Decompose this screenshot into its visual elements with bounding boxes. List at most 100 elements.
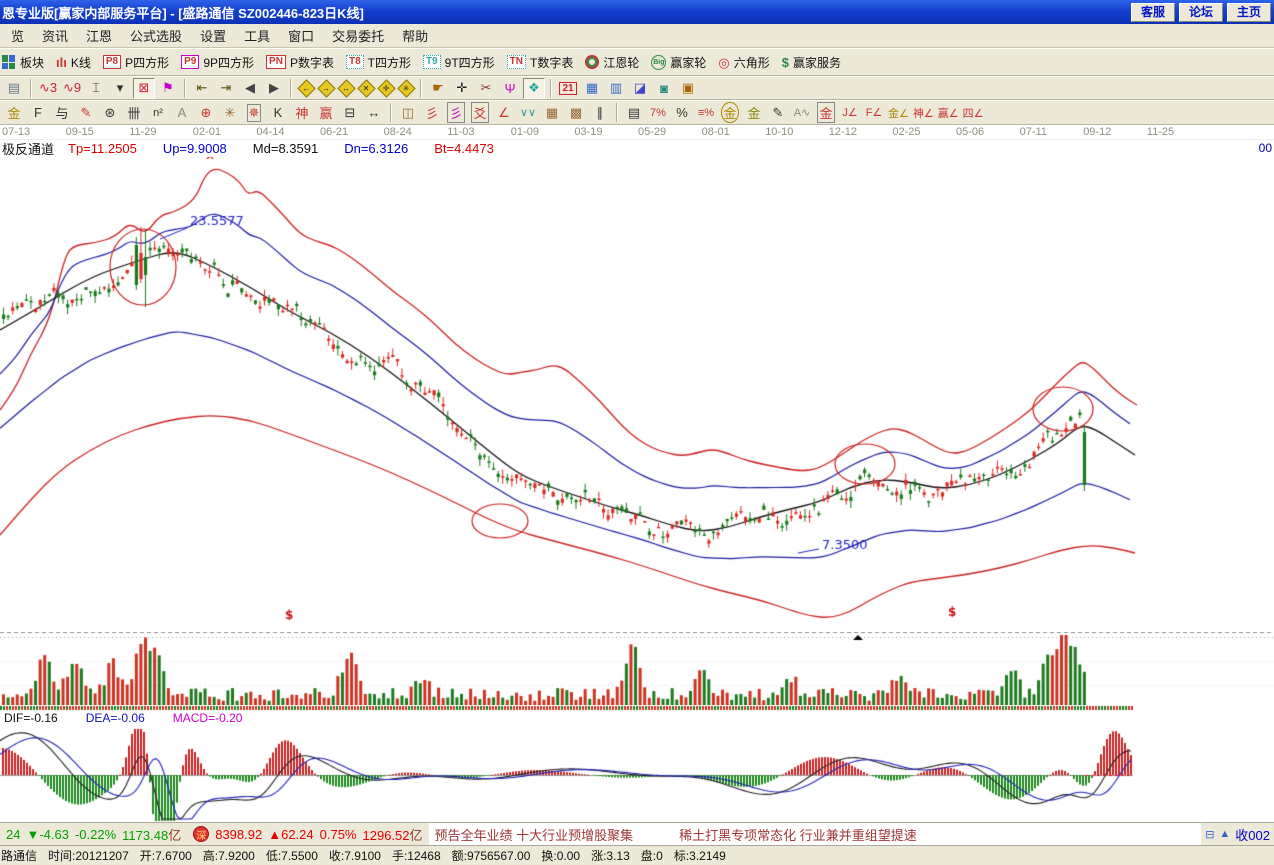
home-button[interactable]: 主页 <box>1227 3 1271 22</box>
gann-wheel-button[interactable]: 江恩轮 <box>585 54 639 71</box>
forum-button[interactable]: 论坛 <box>1179 3 1223 22</box>
pen-icon[interactable]: ✎ <box>75 102 97 123</box>
news-ticker[interactable]: 预告全年业绩 十大行业预增股聚集 稀土打黑专项常态化 行业兼并重组望提速 <box>429 823 1202 845</box>
boxed-fan2-icon[interactable]: 爻 <box>469 102 491 123</box>
news-headline[interactable]: 稀土打黑专项常态化 行业兼并重组望提速 <box>679 825 917 844</box>
measure-icon[interactable]: ✂ <box>475 78 497 99</box>
j-angle-icon[interactable]: J∠ <box>839 102 861 123</box>
winner-service-button[interactable]: $赢家服务 <box>782 54 841 71</box>
percent-icon[interactable]: % <box>671 102 693 123</box>
shanghai-index-segment[interactable]: 24 ▼-4.63 -0.22% 1173.48亿 <box>0 825 187 844</box>
window-split-icon[interactable]: ⊟ <box>1205 828 1214 841</box>
sector-button[interactable]: 板块 <box>2 54 44 71</box>
calendar-icon[interactable]: 21 <box>557 78 579 99</box>
wave-label-icon[interactable]: A∿ <box>791 102 813 123</box>
gold-red-icon[interactable]: 金 <box>815 102 837 123</box>
p-number-button[interactable]: PNP数字表 <box>266 54 334 71</box>
win-tool-icon[interactable]: 赢 <box>315 102 337 123</box>
spiral-icon[interactable]: 与 <box>51 102 73 123</box>
win-angle-icon[interactable]: 赢∠ <box>937 102 960 123</box>
calculator-icon[interactable]: ▦ <box>581 78 603 99</box>
menu-item-8[interactable]: 帮助 <box>393 24 437 47</box>
angle-line-icon[interactable]: ∠ <box>493 102 515 123</box>
p9-square-button[interactable]: P99P四方形 <box>181 54 254 71</box>
percent-lines-icon[interactable]: ≡% <box>695 102 717 123</box>
pan-left-icon[interactable]: ← <box>297 79 315 97</box>
zoom-all-icon[interactable]: ✳ <box>397 79 415 97</box>
crosshair-icon[interactable]: ✛ <box>451 78 473 99</box>
f-angle-icon[interactable]: F∠ <box>863 102 885 123</box>
service-button[interactable]: 客服 <box>1131 3 1175 22</box>
menu-item-5[interactable]: 工具 <box>235 24 279 47</box>
prev-bar-icon[interactable]: ◀ <box>239 78 261 99</box>
menu-item-6[interactable]: 窗口 <box>279 24 323 47</box>
menu-item-7[interactable]: 交易委托 <box>323 24 393 47</box>
menu-item-2[interactable]: 江恩 <box>77 24 121 47</box>
shen-tool-icon[interactable]: 神 <box>291 102 313 123</box>
k-mark-icon[interactable]: K <box>267 102 289 123</box>
last-bar-icon[interactable]: ⇥ <box>215 78 237 99</box>
shenzhen-index-segment[interactable]: 深 8398.92 ▲62.24 0.75% 1296.52亿 <box>187 825 428 844</box>
report-icon[interactable]: ▤ <box>3 78 25 99</box>
ruler123-icon[interactable]: ⊟ <box>339 102 361 123</box>
flag-icon[interactable]: ⚑ <box>157 78 179 99</box>
shen-angle-icon[interactable]: 神∠ <box>912 102 935 123</box>
t-number-button[interactable]: TNT数字表 <box>507 54 574 71</box>
pen2-icon[interactable]: ✎ <box>767 102 789 123</box>
winner-wheel-button[interactable]: Big赢家轮 <box>651 54 706 71</box>
fan-icon[interactable]: 彡 <box>421 102 443 123</box>
kline-button[interactable]: ılıK线 <box>56 54 91 71</box>
pan-right-icon[interactable]: → <box>317 79 335 97</box>
width-measure-icon[interactable]: ↔ <box>363 102 385 123</box>
menu-item-4[interactable]: 设置 <box>191 24 235 47</box>
volume-chart-canvas[interactable] <box>0 632 1274 705</box>
kline-chart-canvas[interactable] <box>0 157 1274 632</box>
stock-pick-icon[interactable]: ▲ <box>1219 828 1230 840</box>
star-grid-icon[interactable]: ✳ <box>219 102 241 123</box>
wave3-icon[interactable]: ∿3 <box>37 78 59 99</box>
boxed-fan-icon[interactable]: 彡 <box>445 102 467 123</box>
gold-angle-icon[interactable]: 金∠ <box>887 102 910 123</box>
hexagon-button[interactable]: ◎六角形 <box>718 54 769 71</box>
gann-box-icon[interactable]: ⊠ <box>133 78 155 99</box>
gold-circle-icon[interactable]: 金 <box>719 102 741 123</box>
menu-item-0[interactable]: 览 <box>2 24 33 47</box>
news-headline[interactable]: 预告全年业绩 十大行业预增股聚集 <box>435 825 634 844</box>
macd-chart-canvas[interactable] <box>0 725 1274 822</box>
zoom-reset-icon[interactable]: ✕ <box>357 79 375 97</box>
four-angle-icon[interactable]: 四∠ <box>962 102 985 123</box>
cart-icon[interactable]: ▣ <box>677 78 699 99</box>
menu-item-3[interactable]: 公式选股 <box>121 24 191 47</box>
percent7-icon[interactable]: 7% <box>647 102 669 123</box>
zoom-horizontal-icon[interactable]: ↔ <box>337 79 355 97</box>
angle-tool-icon[interactable]: Ψ <box>499 78 521 99</box>
p-square-button[interactable]: P8P四方形 <box>103 54 169 71</box>
parallel-lines-icon[interactable]: ∥ <box>589 102 611 123</box>
compass-icon[interactable]: ⊛ <box>99 102 121 123</box>
grid3-icon[interactable]: ▩ <box>565 102 587 123</box>
first-bar-icon[interactable]: ⇤ <box>191 78 213 99</box>
fibonacci-icon[interactable]: F <box>27 102 49 123</box>
save-icon[interactable]: ◪ <box>629 78 651 99</box>
notebook-icon[interactable]: ▥ <box>605 78 627 99</box>
boxed-star-icon[interactable]: ✵ <box>243 102 265 123</box>
grid-lines-icon[interactable]: 卌 <box>123 102 145 123</box>
grid2-icon[interactable]: ▦ <box>541 102 563 123</box>
circle-cross-icon[interactable]: ⊕ <box>195 102 217 123</box>
dropdown-icon[interactable]: ▾ <box>109 78 131 99</box>
gann-grid-icon[interactable]: ◫ <box>397 102 419 123</box>
t-square-button[interactable]: T8T四方形 <box>346 54 411 71</box>
gold-lines-icon[interactable]: 金 <box>743 102 765 123</box>
pattern-tool-icon[interactable]: ❖ <box>523 78 545 99</box>
publish-icon[interactable]: ◙ <box>653 78 675 99</box>
hand-icon[interactable]: ☛ <box>427 78 449 99</box>
zigzag-icon[interactable]: ∨∨ <box>517 102 539 123</box>
candle-style-icon[interactable]: ⌶ <box>85 78 107 99</box>
gold-ruler-icon[interactable]: 金 <box>3 102 25 123</box>
levels-icon[interactable]: ▤ <box>623 102 645 123</box>
square-number-icon[interactable]: n² <box>147 102 169 123</box>
zoom-in-icon[interactable]: ✛ <box>377 79 395 97</box>
next-bar-icon[interactable]: ▶ <box>263 78 285 99</box>
menu-item-1[interactable]: 资讯 <box>33 24 77 47</box>
text-tool-icon[interactable]: A <box>171 102 193 123</box>
